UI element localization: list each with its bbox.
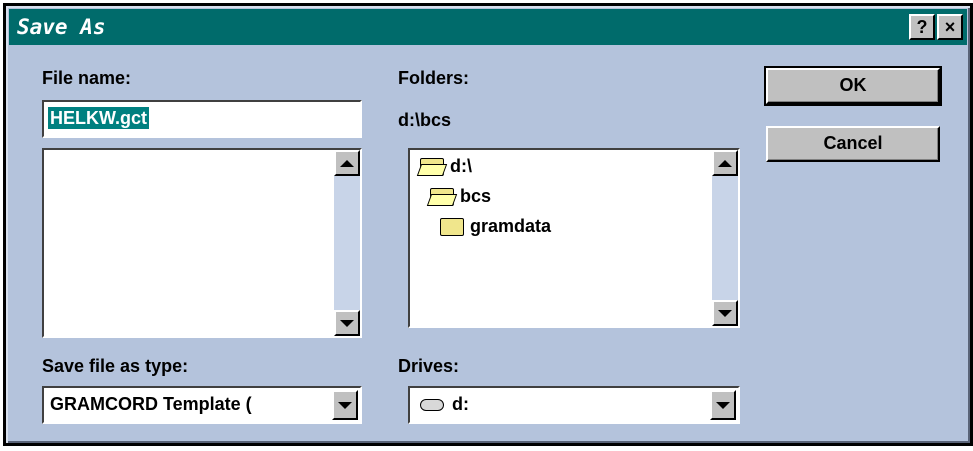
file-list-scrollbar[interactable]: [334, 150, 360, 336]
cancel-button[interactable]: Cancel: [766, 126, 940, 162]
file-list-scroll-down-button[interactable]: [334, 310, 360, 336]
open-folder-icon: [420, 157, 444, 176]
save-type-value: GRAMCORD Template (: [50, 394, 252, 414]
file-name-label: File name:: [42, 68, 132, 88]
current-path: d:\bcs: [398, 110, 452, 130]
arrow-up-icon: [340, 159, 354, 167]
close-button[interactable]: ×: [937, 14, 963, 40]
file-name-value: HELKW.gct: [48, 107, 149, 129]
open-folder-icon: [430, 187, 454, 206]
chevron-down-icon: [716, 401, 730, 409]
file-list-scroll-up-button[interactable]: [334, 150, 360, 176]
window-title: Save As: [17, 15, 106, 39]
folders-label: Folders:: [398, 68, 470, 88]
arrow-down-icon: [718, 309, 732, 317]
folder-icon: [440, 217, 464, 236]
arrow-down-icon: [340, 319, 354, 327]
help-button[interactable]: ?: [909, 14, 935, 40]
chevron-down-icon: [338, 401, 352, 409]
arrow-up-icon: [718, 159, 732, 167]
title-bar[interactable]: Save As ? ×: [9, 9, 967, 45]
folder-item-gramdata[interactable]: gramdata: [440, 216, 551, 237]
save-type-dropdown-button[interactable]: [332, 390, 358, 420]
drives-dropdown-button[interactable]: [710, 390, 736, 420]
save-as-dialog: Save As ? × File name: HELKW.gct Folders…: [3, 3, 973, 446]
save-type-label: Save file as type:: [42, 356, 189, 376]
ok-button[interactable]: OK: [764, 66, 942, 106]
folder-tree-scrollbar[interactable]: [712, 150, 738, 326]
drives-select[interactable]: d:: [408, 386, 740, 424]
drives-value: d:: [420, 394, 469, 415]
folder-tree-scroll-up-button[interactable]: [712, 150, 738, 176]
file-name-input[interactable]: HELKW.gct: [42, 100, 362, 138]
drives-label: Drives:: [398, 356, 460, 376]
file-list[interactable]: [42, 148, 362, 338]
save-type-select[interactable]: GRAMCORD Template (: [42, 386, 362, 424]
folder-tree[interactable]: d:\ bcs gramdata: [408, 148, 740, 328]
folder-item-bcs[interactable]: bcs: [430, 186, 491, 207]
folder-item-root[interactable]: d:\: [420, 156, 472, 177]
drive-icon: [420, 398, 444, 411]
folder-tree-scroll-down-button[interactable]: [712, 300, 738, 326]
